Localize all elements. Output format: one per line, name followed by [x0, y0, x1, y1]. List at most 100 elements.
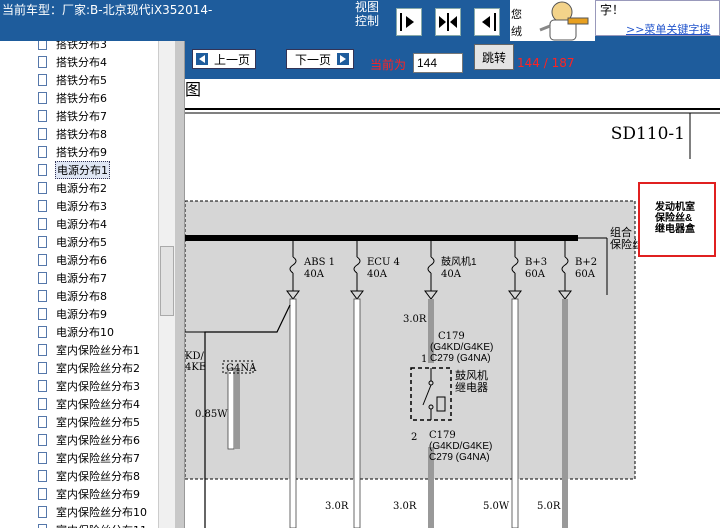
document-icon	[38, 416, 47, 428]
prev-page-button[interactable]: 上一页	[192, 49, 256, 69]
document-icon	[38, 470, 47, 482]
arrows-center-icon	[439, 13, 457, 31]
tree-item-label: 搭铁分布5	[56, 74, 107, 87]
relay-pin-top: 1	[421, 354, 427, 365]
view-left-icon-button[interactable]	[396, 8, 422, 36]
fuse-abs1-name: ABS 1	[303, 257, 335, 268]
document-icon	[38, 362, 47, 374]
tip-box: 字！ >>菜单关键字搜	[595, 0, 720, 36]
current-page-label: 当前为	[370, 58, 407, 72]
tree-item[interactable]: 室内保险丝分布4	[38, 395, 141, 413]
tree-item[interactable]: 搭铁分布8	[38, 125, 108, 143]
document-icon	[38, 308, 47, 320]
jump-button[interactable]: 跳转	[474, 44, 514, 70]
wiring-diagram: 图 SD110-1 组合 保险丝 ABS 1 40A ECU 4 40A 鼓风机…	[185, 82, 720, 528]
document-icon	[38, 272, 47, 284]
tree-item[interactable]: 搭铁分布7	[38, 107, 108, 125]
tree-item[interactable]: 室内保险丝分布3	[38, 377, 141, 395]
scrollbar-thumb[interactable]	[160, 246, 174, 316]
view-control-label: 视图控制	[355, 0, 380, 28]
tree-item[interactable]: 室内保险丝分布8	[38, 467, 141, 485]
diagram-code: SD110-1	[611, 124, 685, 144]
left-label-4ke: 4KE	[185, 362, 206, 373]
document-icon	[38, 74, 47, 86]
engine-box-label-3: 继电器盒	[655, 222, 696, 235]
relay-conn-top-3: C279 (G4NA)	[430, 353, 491, 364]
tree-item-label: 室内保险丝分布6	[56, 434, 140, 447]
menu-keyword-search-link[interactable]: >>菜单关键字搜	[626, 21, 710, 37]
tree-item-label: 室内保险丝分布3	[56, 380, 140, 393]
tree-item[interactable]: 搭铁分布6	[38, 89, 108, 107]
tree-item[interactable]: 搭铁分布9	[38, 143, 108, 161]
combo-fuse-label-1: 组合	[610, 225, 632, 239]
tree-item[interactable]: 电源分布2	[38, 179, 108, 197]
tree-item[interactable]: 电源分布8	[38, 287, 108, 305]
tree-item-label: 搭铁分布9	[56, 146, 107, 159]
tree-item-label: 搭铁分布6	[56, 92, 107, 105]
tree-item[interactable]: 电源分布5	[38, 233, 108, 251]
tree-item-label: 室内保险丝分布11	[55, 522, 148, 528]
partial-title-char: 图	[185, 82, 201, 99]
tree-item[interactable]: 电源分布7	[38, 269, 108, 287]
tip-text: 字！	[600, 3, 625, 17]
document-icon	[38, 236, 47, 248]
document-icon	[38, 254, 47, 266]
tree-item[interactable]: 电源分布9	[38, 305, 108, 323]
tree-item-label: 电源分布8	[56, 290, 107, 303]
relay-conn-top-2: (G4KD/G4KE)	[430, 342, 493, 353]
engine-box-label-2: 保险丝&	[654, 211, 692, 224]
wire-ecu4	[353, 298, 361, 528]
relay-name-1: 鼓风机	[455, 368, 488, 382]
tree-item[interactable]: 电源分布3	[38, 197, 108, 215]
tree-item[interactable]: 室内保险丝分布7	[38, 449, 141, 467]
fuse-ecu4-amp: 40A	[367, 269, 388, 280]
tree-item-label: 搭铁分布3	[56, 41, 107, 51]
tree-item[interactable]: 室内保险丝分布6	[38, 431, 141, 449]
tree-item[interactable]: 搭铁分布4	[38, 53, 108, 71]
wire-b2	[562, 299, 568, 528]
next-page-button[interactable]: 下一页	[286, 49, 354, 69]
tree-item[interactable]: 电源分布6	[38, 251, 108, 269]
relay-name-2: 继电器	[455, 381, 488, 394]
document-icon	[38, 200, 47, 212]
tree-item[interactable]: 室内保险丝分布9	[38, 485, 141, 503]
page-number-input[interactable]	[413, 53, 463, 73]
arrow-left-bar-icon	[482, 13, 496, 31]
document-icon	[38, 344, 47, 356]
tree-item[interactable]: 室内保险丝分布2	[38, 359, 141, 377]
document-icon	[38, 146, 47, 158]
tree-item[interactable]: 室内保险丝分布1	[38, 341, 141, 359]
left-label-g4na: G4NA	[226, 363, 257, 374]
tree-item-label: 室内保险丝分布10	[56, 506, 147, 519]
document-icon	[38, 92, 47, 104]
relay-conn-bottom-1: C179	[429, 430, 456, 441]
tree-item[interactable]: 室内保险丝分布11	[38, 521, 148, 528]
tree-item[interactable]: 电源分布10	[38, 323, 115, 341]
tree-item[interactable]: 室内保险丝分布10	[38, 503, 148, 521]
bottom-wire-1: 3.0R	[325, 501, 349, 512]
tree-item[interactable]: 室内保险丝分布5	[38, 413, 141, 431]
document-icon	[38, 434, 47, 446]
wire-mid-label: 3.0R	[403, 314, 427, 325]
sidebar-scrollbar[interactable]	[158, 41, 176, 528]
view-both-icon-button[interactable]	[435, 8, 461, 36]
tree-item-label: 搭铁分布7	[56, 110, 107, 123]
tree-item-label: 搭铁分布4	[56, 56, 107, 69]
tree-item[interactable]: 电源分布4	[38, 215, 108, 233]
relay-conn-bottom-3: C279 (G4NA)	[429, 452, 490, 463]
page-count: 144 / 187	[517, 56, 575, 70]
bottom-wire-4: 5.0R	[537, 501, 561, 512]
tree-item-label: 搭铁分布8	[56, 128, 107, 141]
tree-item[interactable]: 搭铁分布3	[38, 41, 108, 53]
document-icon	[38, 128, 47, 140]
fuse-b3-amp: 60A	[525, 269, 546, 280]
tree-item[interactable]: 搭铁分布5	[38, 71, 108, 89]
relay-conn-top-1: C179	[438, 331, 465, 342]
page-nav-bar: 上一页 下一页 当前为 跳转 144 / 187	[185, 41, 720, 79]
view-right-icon-button[interactable]	[474, 8, 500, 36]
fuse-blower1-amp: 40A	[441, 269, 462, 280]
arrow-right-bar-icon	[400, 13, 414, 31]
left-label-kd: KD/	[185, 351, 204, 362]
pane-divider[interactable]	[175, 41, 185, 528]
tree-item[interactable]: 电源分布1	[38, 161, 110, 179]
